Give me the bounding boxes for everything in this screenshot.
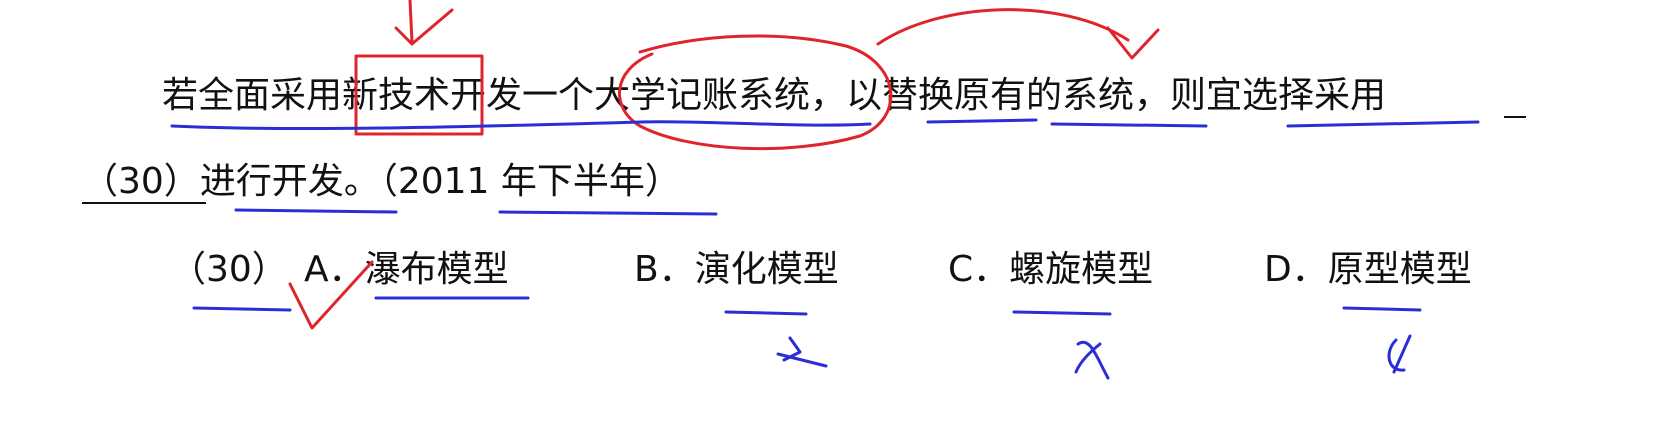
question-source: （2011 年下半年） [379,161,681,202]
blue-underline-2 [926,118,1038,124]
question-text-cont: 进行开发。 [199,161,380,202]
question-line-2: （30）进行开发。（2011 年下半年） [82,160,681,204]
blue-underline-6 [498,210,718,216]
blue-cross-d-icon [1387,334,1412,374]
blue-underline-5 [234,208,398,214]
question-line-1: 若全面采用新技术开发一个大学记账系统，以替换原有的系统，则宜选择采用 [162,74,1408,118]
blue-cross-b-icon [776,336,828,368]
option-b: B．演化模型 [634,249,839,290]
blue-underline-4 [1286,120,1480,128]
option-d: D．原型模型 [1264,249,1472,290]
blue-underline-b [724,310,808,316]
blue-cross-c-icon [1074,340,1110,380]
option-c: C．螺旋模型 [948,249,1154,290]
handwritten-annotations [170,0,1480,380]
blank-underline-2 [82,202,206,204]
option-a: A．瀑布模型 [304,249,509,290]
blank-underline-1 [1504,116,1526,118]
question-number: （30） [170,249,288,290]
blank-label: （30） [82,161,200,202]
blue-underline-num [192,306,292,312]
blue-underline-3 [1050,122,1208,128]
blue-underline-1 [170,120,872,131]
question-text: 若全面采用新技术开发一个大学记账系统，以替换原有的系统，则宜选择采用 [162,75,1387,116]
red-curved-arrow-icon [876,8,1160,60]
red-arrow-down-icon [394,0,454,46]
blue-underline-d [1342,306,1422,312]
blue-underline-c [1012,310,1112,316]
